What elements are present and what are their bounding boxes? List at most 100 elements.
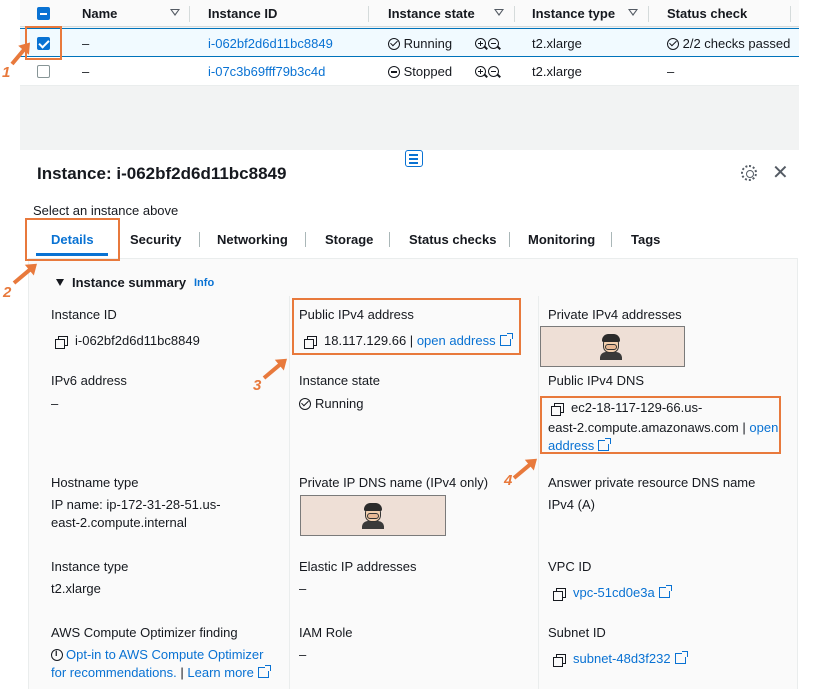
external-link-icon[interactable]: [674, 651, 688, 664]
instance-type-cell: t2.xlarge: [532, 36, 582, 51]
sort-name-icon[interactable]: [170, 9, 180, 16]
optimizer-optin-link-2[interactable]: for recommendations.: [51, 665, 177, 680]
external-link-icon[interactable]: [257, 665, 271, 678]
optimizer-label: AWS Compute Optimizer finding: [51, 625, 238, 640]
vpc-id-label: VPC ID: [548, 559, 592, 574]
state-text: Stopped: [403, 64, 453, 79]
zoom-icons[interactable]: [475, 64, 499, 79]
avatar: [599, 334, 623, 360]
highlight-public-ipv4: [292, 298, 521, 355]
sort-state-icon[interactable]: [494, 9, 504, 16]
status-cell: –: [667, 64, 675, 79]
highlight-details-tab: [25, 218, 120, 261]
summary-toggle[interactable]: Instance summary: [56, 275, 186, 290]
external-link-icon[interactable]: [658, 585, 672, 598]
vpc-link[interactable]: vpc-51cd0e3a: [573, 585, 655, 600]
annotation-number: 2: [3, 284, 12, 301]
state-text: Running: [403, 36, 453, 51]
optimizer-optin-link[interactable]: Opt-in to AWS Compute Optimizer: [66, 647, 263, 662]
answer-dns-label: Answer private resource DNS name: [548, 475, 756, 490]
select-all-checkbox[interactable]: [37, 7, 50, 20]
optimizer-line1: Opt-in to AWS Compute Optimizer: [51, 647, 263, 662]
ipv6-value: –: [51, 396, 59, 411]
private-dns-label: Private IP DNS name (IPv4 only): [299, 475, 489, 490]
column-instance-type[interactable]: Instance type: [532, 6, 615, 21]
hostname-type-label: Hostname type: [51, 475, 139, 490]
table-row[interactable]: – i-07c3b69fff79b3c4d Stopped t2.xlarge …: [20, 57, 799, 86]
selection-hint: Select an instance above: [33, 203, 179, 218]
copy-icon[interactable]: [553, 654, 566, 667]
info-icon: [51, 648, 63, 661]
state-cell: Running: [388, 36, 452, 51]
status-text: 2/2 checks passed: [682, 36, 791, 51]
copy-icon[interactable]: [553, 588, 566, 601]
tab-status-checks[interactable]: Status checks: [409, 232, 496, 247]
instance-type-value: t2.xlarge: [51, 581, 101, 596]
state-cell: Stopped: [388, 64, 452, 79]
hostname-type-line2: east-2.compute.internal: [51, 515, 187, 530]
instances-table: Name Instance ID Instance state Instance…: [20, 0, 799, 150]
annotation-number: 1: [2, 64, 11, 81]
row-name: –: [82, 36, 90, 51]
vpc-id-value: vpc-51cd0e3a: [553, 585, 672, 601]
zoom-icons[interactable]: [475, 36, 499, 51]
iam-role-value: –: [299, 647, 307, 662]
hostname-type-line1: IP name: ip-172-31-28-51.us-: [51, 497, 221, 512]
instance-state-label: Instance state: [299, 373, 380, 388]
zoom-out-icon[interactable]: [488, 66, 499, 77]
gear-icon[interactable]: [741, 165, 757, 181]
optimizer-line2: for recommendations. | Learn more: [51, 665, 271, 680]
tab-storage[interactable]: Storage: [325, 232, 373, 247]
redacted-private-dns: [300, 495, 446, 536]
highlight-public-dns: [540, 396, 781, 454]
row-checkbox[interactable]: [37, 65, 50, 78]
annotation-number: 4: [504, 472, 513, 489]
elastic-ip-value: –: [299, 581, 307, 596]
caret-down-icon: [56, 279, 64, 286]
instance-type-cell: t2.xlarge: [532, 64, 582, 79]
column-name[interactable]: Name: [82, 6, 117, 21]
close-icon[interactable]: ✕: [772, 163, 789, 183]
subnet-id-value: subnet-48d3f232: [553, 651, 688, 667]
table-row[interactable]: – i-062bf2d6d11bc8849 Running t2.xlarge …: [20, 28, 799, 57]
check-passed-icon: [667, 38, 679, 50]
instance-state-value: Running: [299, 396, 363, 411]
tab-monitoring[interactable]: Monitoring: [528, 232, 595, 247]
page-title: Instance: i-062bf2d6d11bc8849: [37, 164, 287, 183]
answer-dns-value: IPv4 (A): [548, 497, 595, 512]
subnet-id-label: Subnet ID: [548, 625, 606, 640]
panel-resize-handle[interactable]: [405, 150, 423, 167]
running-icon: [388, 38, 400, 50]
copy-icon[interactable]: [55, 336, 68, 349]
row-name: –: [82, 64, 90, 79]
sort-type-icon[interactable]: [628, 9, 638, 16]
iam-role-label: IAM Role: [299, 625, 353, 640]
status-cell: 2/2 checks passed: [667, 36, 790, 51]
elastic-ip-label: Elastic IP addresses: [299, 559, 417, 574]
tab-tags[interactable]: Tags: [631, 232, 660, 247]
column-instance-state[interactable]: Instance state: [388, 6, 475, 21]
zoom-in-icon[interactable]: [475, 38, 486, 49]
learn-more-link[interactable]: Learn more: [187, 665, 253, 680]
instance-id-link[interactable]: i-07c3b69fff79b3c4d: [208, 64, 325, 79]
info-link[interactable]: Info: [194, 277, 214, 289]
zoom-in-icon[interactable]: [475, 66, 486, 77]
instance-type-label: Instance type: [51, 559, 129, 574]
instance-id-label: Instance ID: [51, 307, 117, 322]
subnet-link[interactable]: subnet-48d3f232: [573, 651, 671, 666]
column-instance-id[interactable]: Instance ID: [208, 6, 277, 21]
redacted-private-ipv4: [540, 326, 685, 367]
zoom-out-icon[interactable]: [488, 38, 499, 49]
instance-id-link[interactable]: i-062bf2d6d11bc8849: [208, 36, 333, 51]
avatar: [361, 503, 385, 529]
annotation-number: 3: [253, 377, 262, 394]
tab-networking[interactable]: Networking: [217, 232, 288, 247]
column-status-check[interactable]: Status check: [667, 6, 747, 21]
ipv6-label: IPv6 address: [51, 373, 127, 388]
stopped-icon: [388, 66, 400, 78]
table-header: Name Instance ID Instance state Instance…: [20, 0, 799, 27]
running-icon: [299, 398, 311, 410]
summary-title: Instance summary: [72, 275, 187, 290]
private-ipv4-label: Private IPv4 addresses: [548, 307, 682, 322]
tab-security[interactable]: Security: [130, 232, 181, 247]
